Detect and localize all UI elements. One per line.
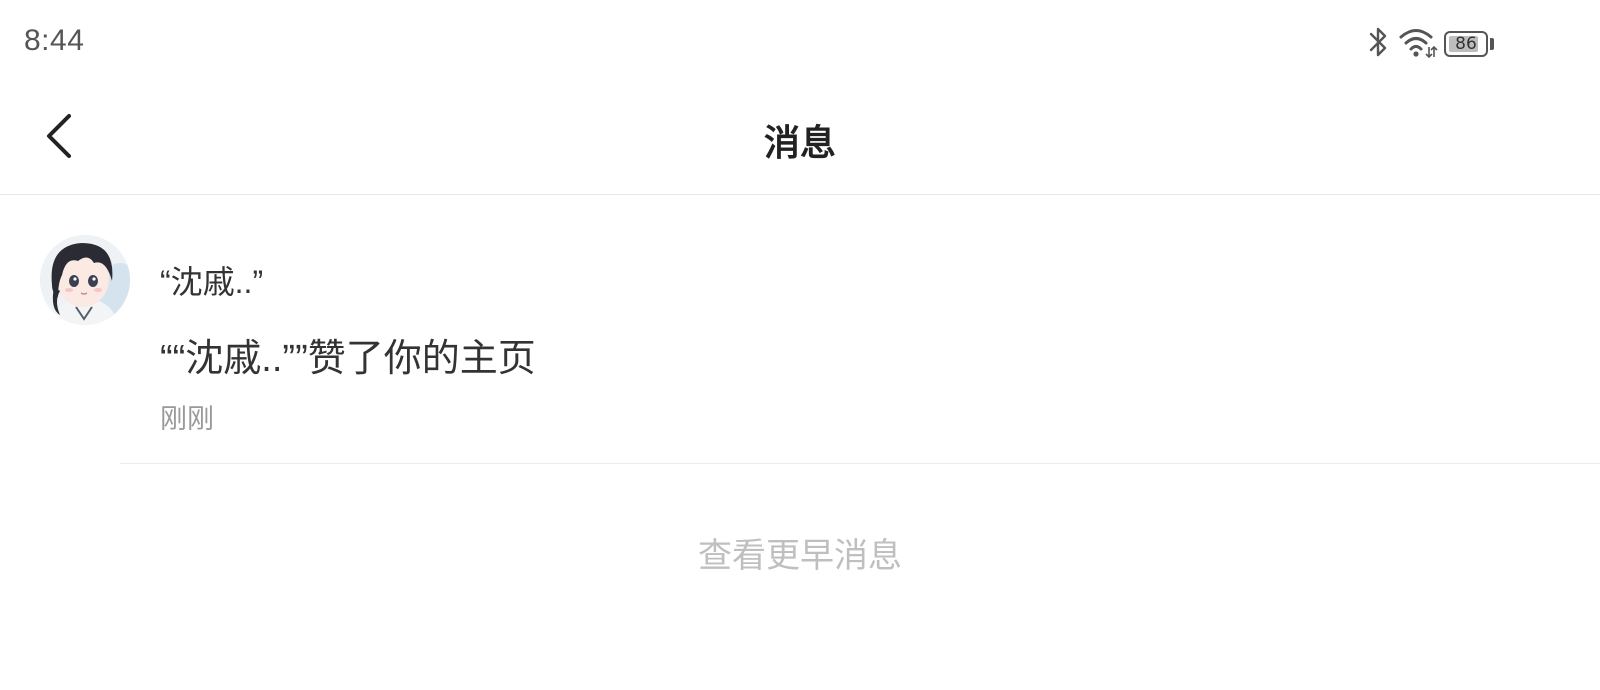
nav-bar: 消息 xyxy=(0,90,1600,195)
battery-level: 86 xyxy=(1455,34,1477,54)
message-content: ““沈戚..””赞了你的主页 xyxy=(160,338,536,380)
status-time: 8:44 xyxy=(24,24,85,57)
status-icons: 86 xyxy=(1368,26,1494,62)
battery-tip xyxy=(1490,38,1494,50)
avatar[interactable] xyxy=(40,235,130,325)
message-time: 刚刚 xyxy=(160,404,214,434)
battery-icon: 86 xyxy=(1444,31,1488,57)
divider xyxy=(120,463,1600,464)
page-title: 消息 xyxy=(763,122,836,163)
message-sender: “沈戚..” xyxy=(160,264,264,300)
wifi-icon xyxy=(1398,25,1438,64)
message-item[interactable]: “沈戚..” ““沈戚..””赞了你的主页 刚刚 xyxy=(0,195,1600,464)
notifications-screen: 8:44 86 消息 “沈戚..” ““沈戚..””赞了你的主页 刚刚 查看更早… xyxy=(0,0,1600,690)
status-bar: 8:44 86 xyxy=(0,0,1600,90)
bluetooth-icon xyxy=(1368,25,1390,64)
load-more-button[interactable]: 查看更早消息 xyxy=(0,528,1600,577)
